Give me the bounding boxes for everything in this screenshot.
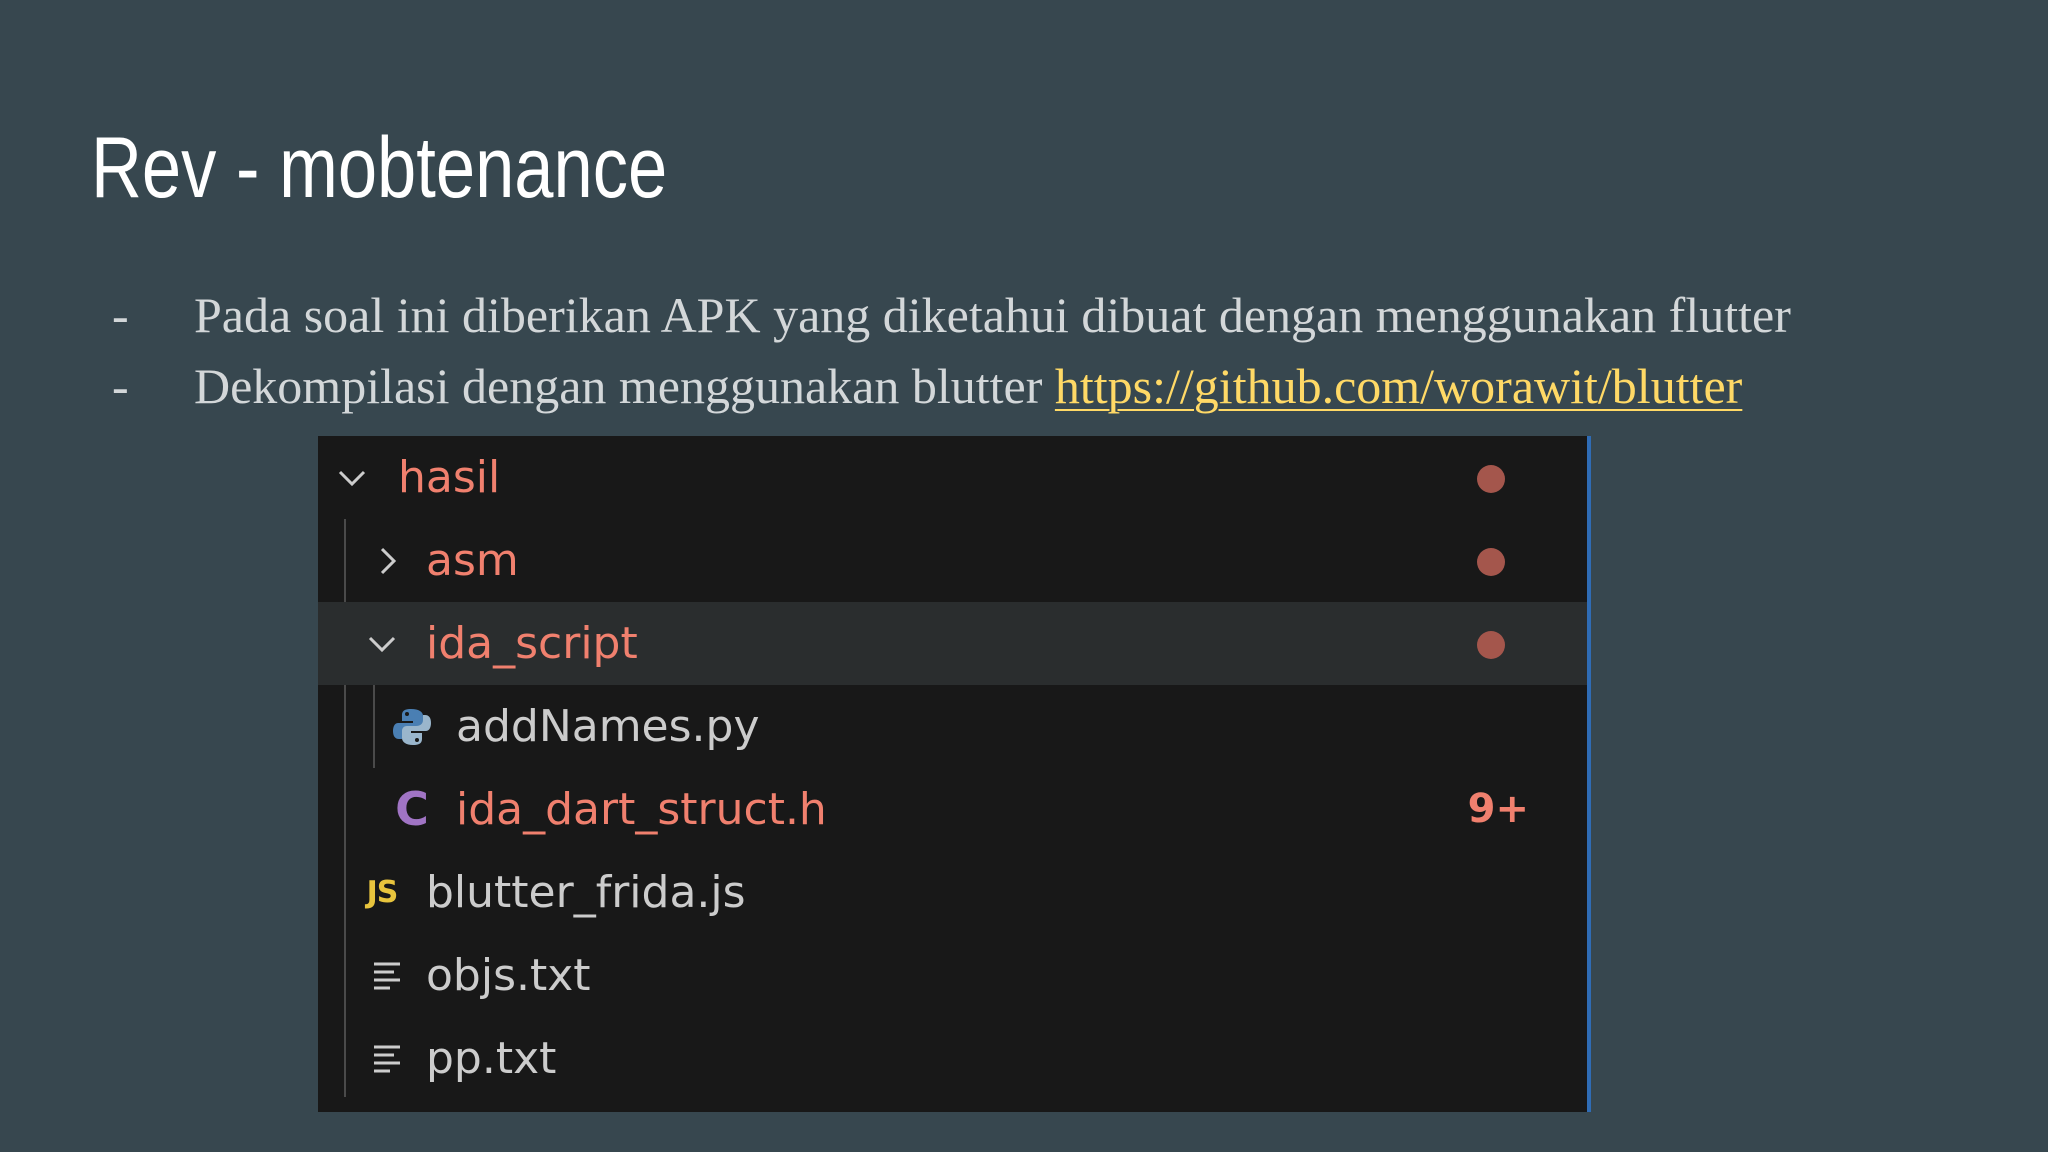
- blutter-github-link[interactable]: https://github.com/worawit/blutter: [1055, 358, 1742, 414]
- tree-item-label: ida_script: [426, 618, 638, 669]
- tree-item-pp-txt[interactable]: pp.txt: [318, 1017, 1587, 1100]
- tree-item-label: objs.txt: [426, 950, 591, 1001]
- tree-item-addnames-py[interactable]: addNames.py: [318, 685, 1587, 768]
- javascript-icon: JS: [366, 875, 399, 910]
- modified-dot: [1477, 465, 1505, 493]
- modified-dot: [1477, 631, 1505, 659]
- bullet-dash: -: [112, 287, 129, 343]
- tree-item-label: addNames.py: [456, 701, 760, 752]
- problems-badge: 9+: [1467, 786, 1529, 832]
- python-icon: [390, 685, 434, 768]
- text-file-icon: [370, 1017, 406, 1100]
- text-file-icon: [370, 934, 406, 1017]
- file-explorer-screenshot: hasil asm ida_script addNames.py C ida_d…: [318, 436, 1591, 1112]
- tree-item-ida-script[interactable]: ida_script: [318, 602, 1587, 685]
- bullet-text: Dekompilasi dengan menggunakan blutter: [194, 358, 1055, 414]
- bullet-dash: -: [112, 358, 129, 414]
- chevron-right-icon: [370, 543, 406, 579]
- tree-item-label: asm: [426, 535, 519, 586]
- tree-item-label: pp.txt: [426, 1033, 557, 1084]
- tree-item-label: hasil: [398, 452, 501, 503]
- bullet-text: Pada soal ini diberikan APK yang diketah…: [194, 287, 1791, 343]
- slide-title: Rev - mobtenance: [91, 120, 668, 216]
- tree-item-objs-txt[interactable]: objs.txt: [318, 934, 1587, 1017]
- tree-item-label: ida_dart_struct.h: [456, 784, 827, 835]
- c-file-icon: C: [395, 782, 429, 836]
- tree-item-asm[interactable]: asm: [318, 519, 1587, 602]
- tree-item-label: blutter_frida.js: [426, 867, 746, 918]
- tree-item-hasil[interactable]: hasil: [318, 436, 1587, 519]
- tree-item-ida-dart-struct-h[interactable]: C ida_dart_struct.h 9+: [318, 768, 1587, 851]
- bullet-text-with-link: Dekompilasi dengan menggunakan blutter h…: [194, 351, 1742, 422]
- chevron-down-icon: [334, 460, 370, 496]
- tree-item-blutter-frida-js[interactable]: JS blutter_frida.js: [318, 851, 1587, 934]
- chevron-down-icon: [364, 626, 400, 662]
- modified-dot: [1477, 548, 1505, 576]
